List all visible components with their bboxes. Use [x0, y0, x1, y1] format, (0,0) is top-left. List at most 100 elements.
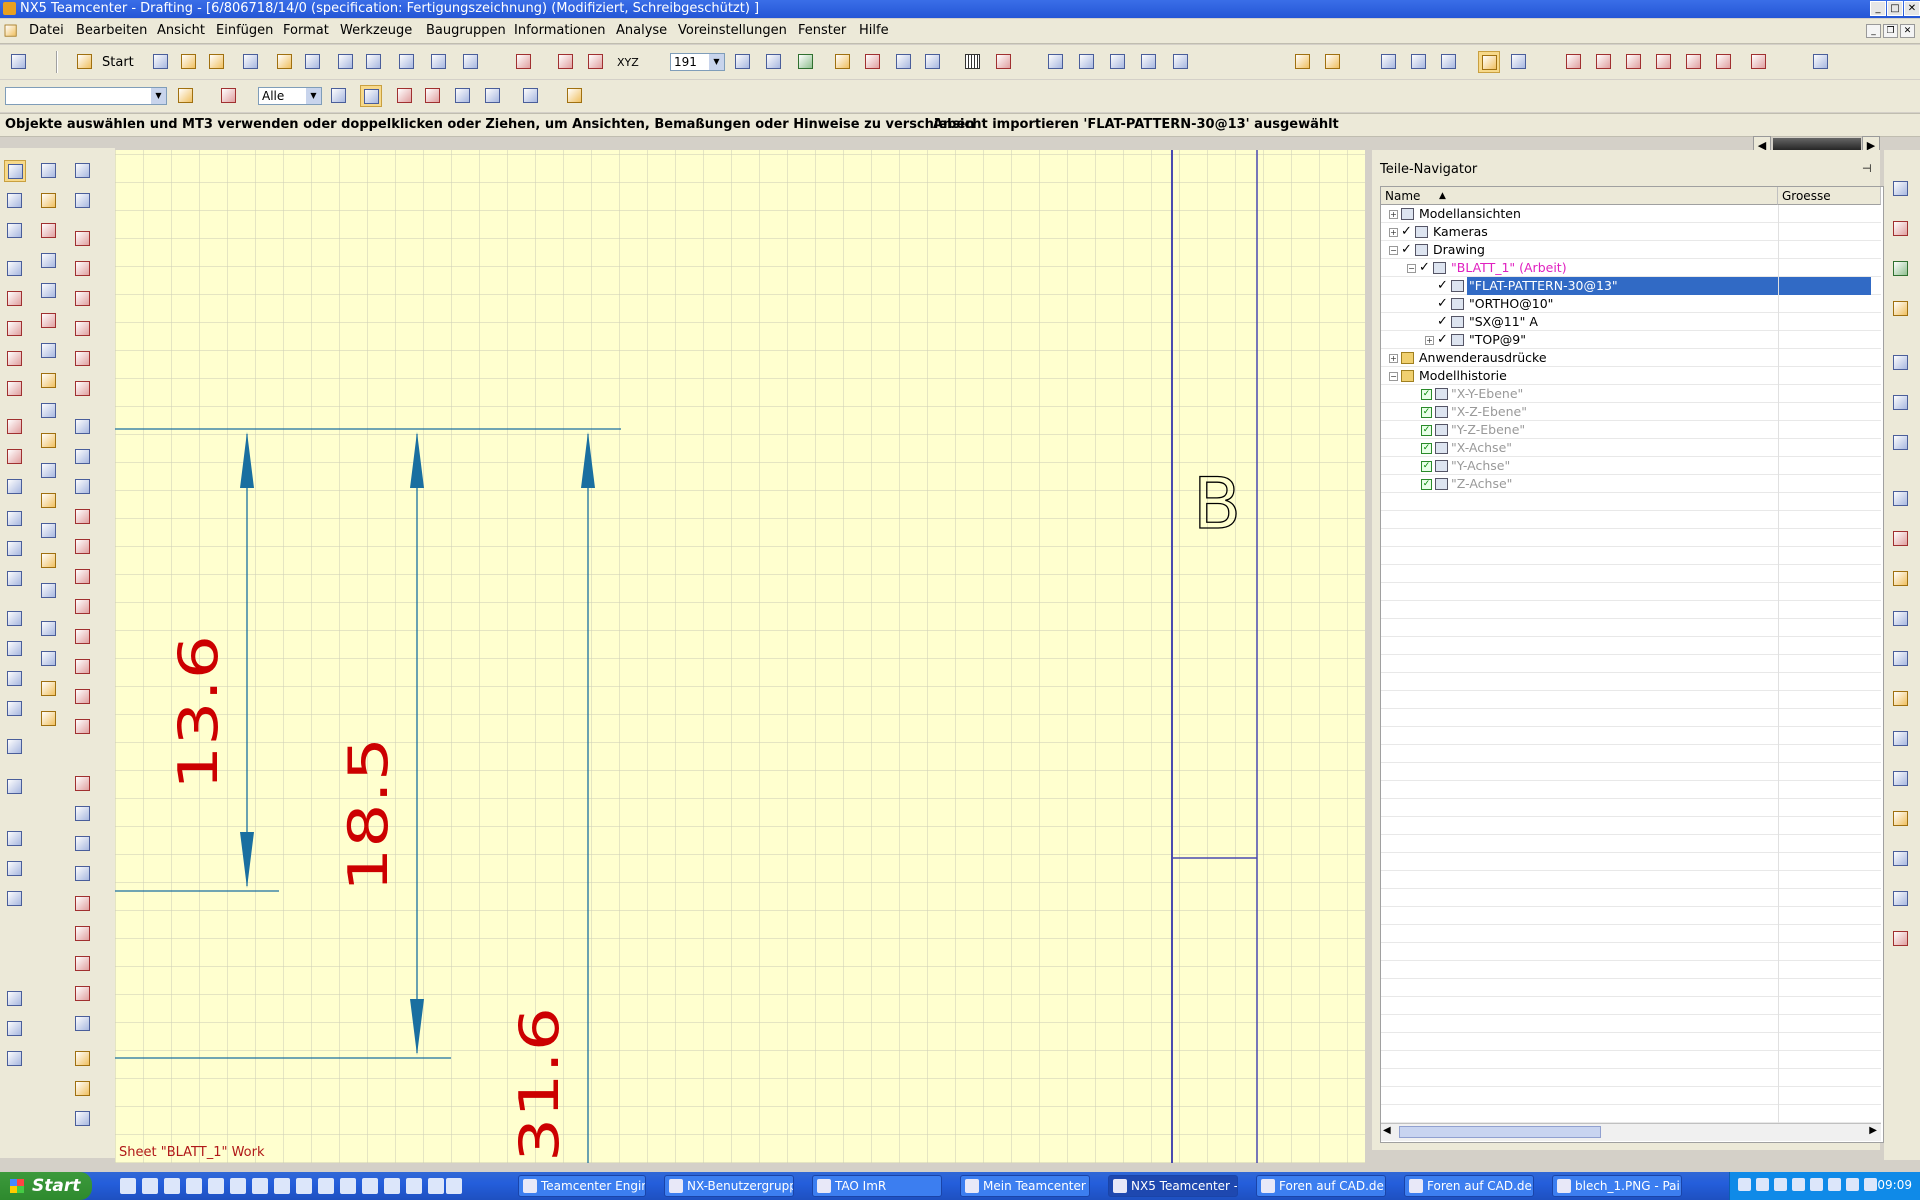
mdi-minimize-button[interactable]: _: [1866, 24, 1881, 38]
menu-format[interactable]: Format: [283, 23, 329, 38]
circle-tool-icon[interactable]: [4, 318, 26, 340]
quicklaunch-app7-icon[interactable]: [384, 1178, 400, 1194]
tray-icon-2[interactable]: [1756, 1178, 1769, 1191]
start-menu-button[interactable]: Start: [102, 55, 134, 70]
mdi-restore-button[interactable]: ❐: [1883, 24, 1898, 38]
tree-row-yz-plane[interactable]: ✓ "Y-Z-Ebene": [1381, 421, 1881, 439]
sketch-tool-icon[interactable]: [4, 736, 26, 758]
text-edit-icon[interactable]: [72, 803, 94, 825]
collapse-icon[interactable]: −: [1389, 246, 1398, 255]
green-check-icon[interactable]: ✓: [1421, 407, 1432, 418]
cube-select-icon[interactable]: [564, 85, 586, 107]
bolt-icon[interactable]: [72, 1048, 94, 1070]
dimension-ordinate-icon[interactable]: [72, 536, 94, 558]
fit-icon[interactable]: [1045, 51, 1067, 73]
sheet-library-icon[interactable]: [1890, 768, 1912, 790]
surface-finish-icon[interactable]: [38, 340, 60, 362]
menu-informationen[interactable]: Informationen: [514, 23, 606, 38]
menu-bearbeiten[interactable]: Bearbeiten: [76, 23, 147, 38]
dimension-arc-length-icon[interactable]: [72, 506, 94, 528]
checkmark-icon[interactable]: ✓: [1401, 225, 1414, 239]
tree-row-modellansichten[interactable]: + Modellansichten: [1381, 205, 1881, 223]
surface-tool-icon[interactable]: [4, 476, 26, 498]
area-fill-icon[interactable]: [4, 1018, 26, 1040]
update-views-icon[interactable]: [72, 983, 94, 1005]
redo-icon[interactable]: [396, 51, 418, 73]
label-tool-icon[interactable]: [4, 858, 26, 880]
tray-icon-5[interactable]: [1810, 1178, 1823, 1191]
quicklaunch-ie-icon[interactable]: [164, 1178, 180, 1194]
open-file-icon[interactable]: [178, 51, 200, 73]
clock-icon[interactable]: [1890, 488, 1912, 510]
chamfer-tool-icon[interactable]: [4, 416, 26, 438]
layout-icon[interactable]: [1810, 51, 1832, 73]
tray-icon-7[interactable]: [1846, 1178, 1859, 1191]
tree-row-drawing[interactable]: − ✓ Drawing: [1381, 241, 1881, 259]
close-button[interactable]: ✕: [1904, 1, 1920, 16]
select-arrow-icon[interactable]: [4, 160, 26, 182]
show-hide-icon[interactable]: [862, 51, 884, 73]
measure-distance-icon[interactable]: [1292, 51, 1314, 73]
parts-list-icon[interactable]: [38, 618, 60, 640]
font-icon[interactable]: [38, 250, 60, 272]
move-view-icon[interactable]: [72, 923, 94, 945]
task-teamcenter-engine[interactable]: Teamcenter Engine...: [518, 1175, 646, 1197]
history-icon[interactable]: [1890, 352, 1912, 374]
detail-view-icon[interactable]: [1653, 51, 1675, 73]
green-check-icon[interactable]: ✓: [1421, 425, 1432, 436]
start-icon[interactable]: [74, 51, 96, 73]
break-view-icon[interactable]: [1713, 51, 1735, 73]
view-align-icon[interactable]: [72, 773, 94, 795]
inspect-icon[interactable]: [72, 1013, 94, 1035]
quicklaunch-app3-icon[interactable]: [296, 1178, 312, 1194]
dimension-baseline-icon[interactable]: [72, 566, 94, 588]
projected-view-icon[interactable]: [1623, 51, 1645, 73]
task-nx5-teamcenter[interactable]: NX5 Teamcenter - ...: [1108, 1175, 1238, 1197]
xyz-button[interactable]: XYZ: [617, 56, 639, 69]
annotation-preferences-icon[interactable]: [4, 190, 26, 212]
layer-combo[interactable]: ▼: [5, 87, 167, 105]
edit-annotation-icon[interactable]: [38, 708, 60, 730]
edit-object-display-icon[interactable]: [832, 51, 854, 73]
menu-ansicht[interactable]: Ansicht: [157, 23, 205, 38]
expand-icon[interactable]: +: [1389, 354, 1398, 363]
checkmark-icon[interactable]: ✓: [1437, 297, 1450, 311]
image-library-icon[interactable]: [1890, 728, 1912, 750]
part-navigator-icon[interactable]: [1890, 258, 1912, 280]
quicklaunch-excel-icon[interactable]: [230, 1178, 246, 1194]
task-foren-cad-2[interactable]: Foren auf CAD.de -...: [1404, 1175, 1534, 1197]
text-tool-icon[interactable]: [4, 828, 26, 850]
dimension-diameter-icon[interactable]: [72, 446, 94, 468]
layout-tool-icon[interactable]: [4, 776, 26, 798]
collapse-icon[interactable]: −: [1407, 264, 1416, 273]
intersection-icon[interactable]: [38, 520, 60, 542]
delete-icon[interactable]: [335, 51, 357, 73]
column-header-size[interactable]: Groesse: [1778, 187, 1881, 205]
tray-icon-8[interactable]: [1864, 1178, 1877, 1191]
id-symbol-icon[interactable]: [38, 490, 60, 512]
tree-row-top[interactable]: + ✓ "TOP@9": [1381, 331, 1881, 349]
tree-row-z-axis[interactable]: ✓ "Z-Achse": [1381, 475, 1881, 493]
dimension-parallel-icon[interactable]: [72, 288, 94, 310]
menu-fenster[interactable]: Fenster: [798, 23, 846, 38]
measure-angle-icon[interactable]: [1322, 51, 1344, 73]
new-file-icon[interactable]: [150, 51, 172, 73]
quicklaunch-app1-icon[interactable]: [252, 1178, 268, 1194]
box-icon[interactable]: [1890, 808, 1912, 830]
help-icon[interactable]: [1890, 432, 1912, 454]
tree-row-kameras[interactable]: + ✓ Kameras: [1381, 223, 1881, 241]
view-dependent-edit-icon[interactable]: [72, 953, 94, 975]
drawing-sheet-icon[interactable]: [1563, 51, 1585, 73]
save-as-icon[interactable]: [240, 51, 262, 73]
extend-tool-icon[interactable]: [4, 698, 26, 720]
tree-row-ortho[interactable]: ✓ "ORTHO@10": [1381, 295, 1881, 313]
tree-row-xy-plane[interactable]: ✓ "X-Y-Ebene": [1381, 385, 1881, 403]
drafting-app-icon[interactable]: [1478, 51, 1500, 73]
snap-filter-icon[interactable]: [218, 85, 240, 107]
menu-baugruppen[interactable]: Baugruppen: [426, 23, 506, 38]
zoom-icon[interactable]: [1076, 51, 1098, 73]
datum-icon[interactable]: [38, 220, 60, 242]
start-button[interactable]: Start: [0, 1172, 92, 1200]
menu-analyse[interactable]: Analyse: [616, 23, 667, 38]
trim-tool-icon[interactable]: [4, 668, 26, 690]
